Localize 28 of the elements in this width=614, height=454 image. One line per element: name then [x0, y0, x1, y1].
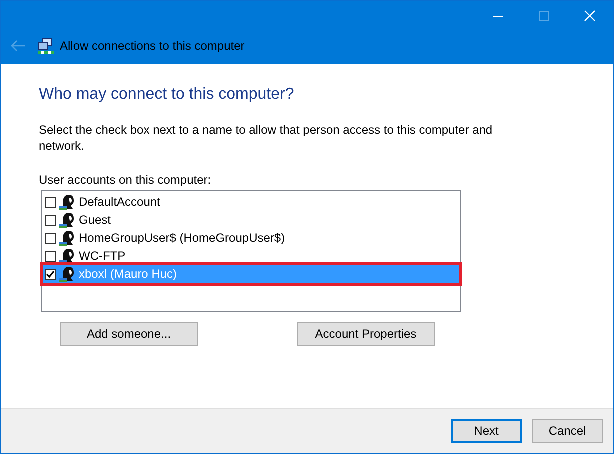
page-heading: Who may connect to this computer?: [39, 86, 296, 105]
checkbox[interactable]: [45, 196, 56, 208]
account-list-item[interactable]: HomeGroupUser$ (HomeGroupUser$): [43, 229, 459, 247]
account-name: WC-FTP: [79, 249, 126, 263]
close-icon[interactable]: [584, 10, 596, 22]
account-name: xboxl (Mauro Huc): [79, 267, 178, 281]
checkbox[interactable]: [45, 232, 56, 244]
window-title: Allow connections to this computer: [60, 39, 245, 53]
account-list-item[interactable]: Guest: [43, 211, 459, 229]
account-name: DefaultAccount: [79, 195, 160, 209]
action-button[interactable]: Account Properties: [297, 322, 435, 346]
checkbox[interactable]: [45, 268, 56, 280]
account-name: HomeGroupUser$ (HomeGroupUser$): [79, 231, 286, 245]
network-computers-icon: [38, 38, 54, 54]
action-button[interactable]: Add someone...: [60, 322, 198, 346]
checkbox[interactable]: [45, 214, 56, 226]
user-icon: [59, 230, 75, 246]
instruction-text: Select the check box next to a name to allow that person access to this computer and network.: [39, 122, 494, 154]
dialog-button[interactable]: Next: [451, 419, 522, 443]
account-list-item[interactable]: DefaultAccount: [43, 193, 459, 211]
account-name: Guest: [79, 213, 112, 227]
user-icon: [59, 266, 75, 282]
user-icon: [59, 212, 75, 228]
dialog-button[interactable]: Cancel: [532, 419, 603, 443]
list-label: User accounts on this computer:: [39, 172, 212, 188]
checkbox[interactable]: [45, 250, 56, 262]
accounts-list[interactable]: DefaultAccount Guest HomeGroupUser$ (HomeGroupUser$) WC-FTP xboxl (Mauro Huc): [41, 190, 461, 312]
user-icon: [59, 194, 75, 210]
